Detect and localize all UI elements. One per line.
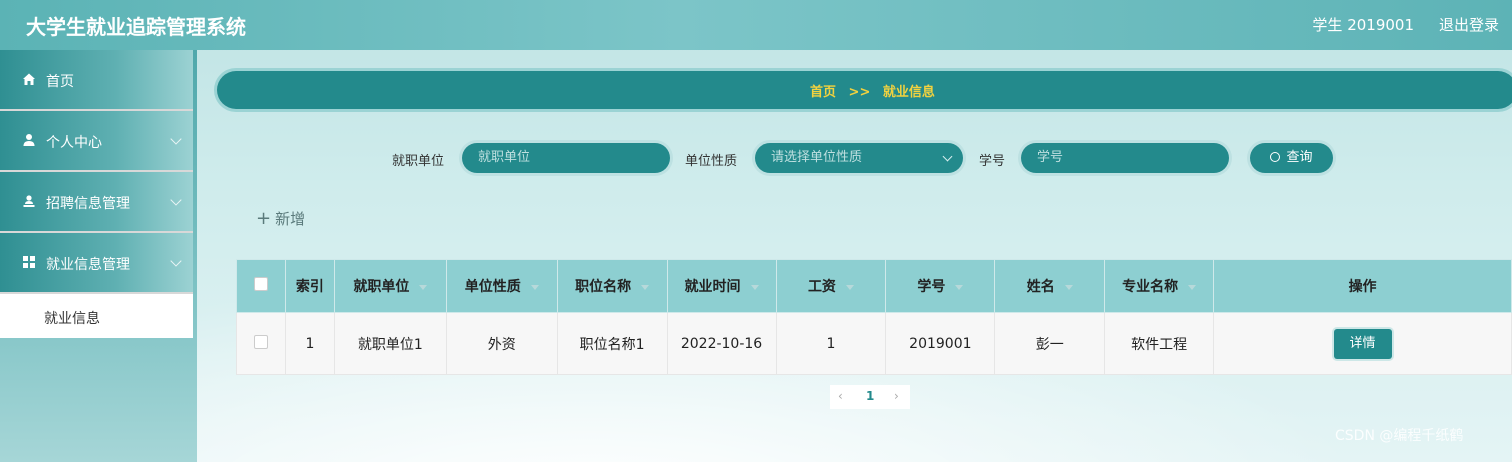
chevron-down-icon [170,133,182,145]
chevron-down-icon [942,151,953,162]
cell-position: 职位名称1 [556,312,668,375]
sidebar-item-home[interactable]: 首页 [0,50,193,111]
page-number[interactable]: 1 [866,389,874,403]
row-checkbox[interactable] [253,334,268,349]
sidebar-item-employment[interactable]: 就业信息管理 [0,233,193,294]
add-button-label: 新增 [275,210,306,228]
column-header-label: 工资 [807,279,836,295]
cell-name: 彭一 [994,312,1106,375]
sidebar-item-label: 个人中心 [46,135,102,151]
column-header[interactable]: 姓名 [994,259,1106,313]
cell-date: 2022-10-16 [666,312,777,375]
top-header: 大学生就业追踪管理系统 学生 2019001 退出登录 [0,0,1512,50]
logout-link[interactable]: 退出登录 [1439,14,1499,35]
table-header-row: 索引 就职单位 单位性质 职位名称 就业时间 工资 学号 姓名 专业名称 操作 [236,259,1512,313]
column-header[interactable]: 工资 [775,259,887,313]
column-header: 索引 [284,259,335,313]
sidebar-subitem-employment-info[interactable]: 就业信息 [0,294,193,338]
nature-select-placeholder: 请选择单位性质 [771,150,863,165]
column-header[interactable]: 就业时间 [666,259,777,313]
sidebar-item-label: 首页 [46,74,74,90]
next-page-button[interactable]: › [894,389,899,403]
chevron-down-icon [170,194,182,206]
column-header: 操作 [1213,259,1512,313]
unit-search-input[interactable]: 就职单位 [462,143,670,173]
column-header-label: 姓名 [1026,279,1055,295]
employment-table: 索引 就职单位 单位性质 职位名称 就业时间 工资 学号 姓名 专业名称 操作 … [236,259,1512,375]
column-header[interactable]: 职位名称 [556,259,668,313]
student-id-input[interactable]: 学号 [1021,143,1229,173]
column-header-label: 单位性质 [464,279,521,295]
table-row: 1 就职单位1 外资 职位名称1 2022-10-16 1 2019001 彭一… [236,312,1512,375]
sort-icon[interactable] [845,284,854,290]
column-header-label: 就业时间 [684,279,741,295]
user-icon [23,134,35,146]
column-header-label: 就职单位 [353,279,410,295]
breadcrumb-home[interactable]: 首页 [810,85,836,100]
column-header[interactable]: 就职单位 [333,259,447,313]
sort-icon[interactable] [1064,284,1073,290]
search-icon [1270,152,1281,162]
sort-icon[interactable] [1188,284,1197,290]
plus-icon: + [256,208,272,229]
breadcrumb-separator: >> [848,85,871,100]
current-user: 学生 2019001 [1312,16,1414,34]
column-header-label: 职位名称 [575,279,632,295]
sidebar-subitem-label: 就业信息 [44,311,100,327]
cell-nature: 外资 [445,312,558,375]
sidebar-item-label: 招聘信息管理 [46,196,130,212]
cell-major: 软件工程 [1104,312,1215,375]
select-all-checkbox[interactable] [253,277,268,291]
column-header[interactable]: 单位性质 [445,259,558,313]
query-button[interactable]: 查询 [1250,143,1333,173]
sidebar-item-recruitment[interactable]: 招聘信息管理 [0,172,193,233]
pagination: ‹ 1 › [830,385,910,409]
column-header[interactable]: 学号 [885,259,996,313]
column-header-label: 专业名称 [1122,279,1179,295]
cell-index: 1 [284,312,335,375]
sidebar-item-label: 就业信息管理 [46,257,130,273]
watermark: CSDN @编程千纸鹤 [1335,428,1464,444]
prev-page-button[interactable]: ‹ [838,389,843,403]
row-select-cell[interactable] [236,312,286,375]
cell-salary: 1 [775,312,887,375]
select-all-cell[interactable] [236,259,286,313]
home-icon [23,73,35,85]
cell-student-id: 2019001 [885,312,996,375]
student-id-label: 学号 [979,154,1006,169]
detail-button[interactable]: 详情 [1333,328,1392,359]
sort-icon[interactable] [419,284,428,290]
sort-icon[interactable] [955,284,964,290]
breadcrumb-current: 就业信息 [882,85,935,100]
chevron-down-icon [170,255,182,267]
app-title: 大学生就业追踪管理系统 [26,15,246,39]
add-button[interactable]: + 新增 [256,208,305,229]
grid-icon [23,256,35,268]
nature-select[interactable]: 请选择单位性质 [755,143,963,173]
sort-icon[interactable] [750,284,759,290]
person-card-icon [23,195,35,207]
cell-unit: 就职单位1 [333,312,447,375]
column-header-label: 学号 [917,279,946,295]
column-header[interactable]: 专业名称 [1104,259,1215,313]
nature-label: 单位性质 [685,154,738,169]
breadcrumb: 首页 >> 就业信息 [810,81,943,100]
sidebar-item-personal-center[interactable]: 个人中心 [0,111,193,172]
cell-actions: 详情 [1213,312,1512,375]
sort-icon[interactable] [530,284,539,290]
query-button-label: 查询 [1286,150,1313,165]
unit-label: 就职单位 [392,154,445,169]
sort-icon[interactable] [641,284,650,290]
